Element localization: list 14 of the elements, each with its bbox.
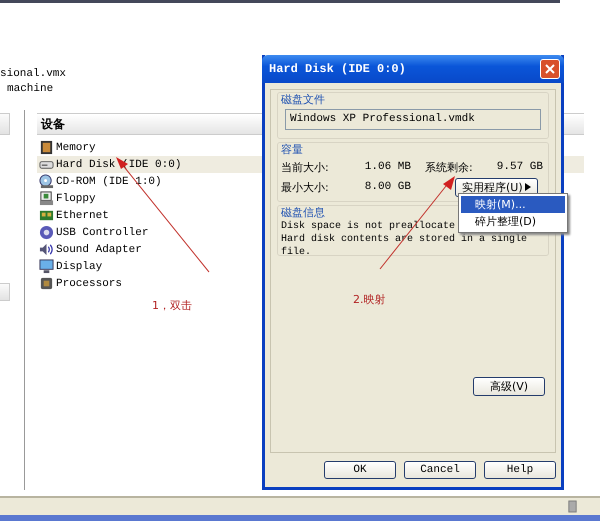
group-label: 容量 [281, 143, 304, 157]
annotation-text: 2.映射 [353, 292, 386, 307]
current-size-value: 1.06 MB [364, 161, 411, 173]
group-label: 磁盘信息 [281, 206, 325, 220]
system-free-value: 9.57 GB [496, 161, 543, 173]
field-label: 最小大小: [281, 180, 330, 194]
dialog-title: Hard Disk (IDE 0:0) [269, 62, 406, 76]
min-size-value: 8.00 GB [364, 181, 411, 193]
file-name-text: sional.vmx [0, 67, 66, 82]
field-label: 当前大小: [281, 160, 330, 174]
group-label: 磁盘文件 [281, 93, 326, 107]
machine-text: machine [6, 82, 54, 97]
field-label: 系统剩余: [425, 160, 474, 174]
annotation-text: 1，双击 [152, 298, 192, 313]
